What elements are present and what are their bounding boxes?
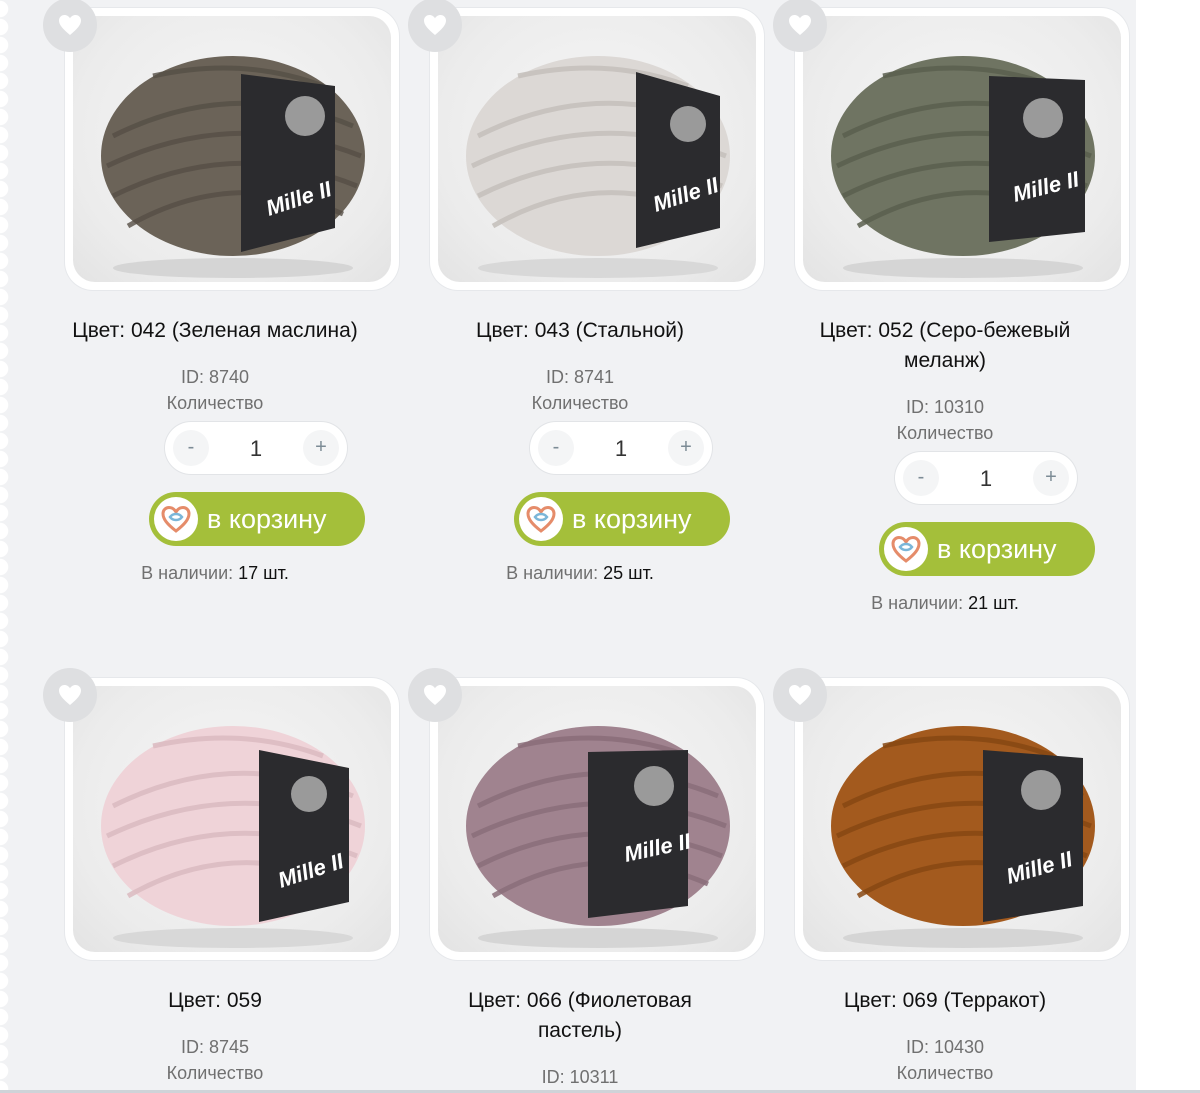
quantity-decrease-button[interactable]: - <box>173 430 209 466</box>
quantity-input[interactable] <box>947 452 1025 506</box>
product-photo[interactable]: Mille II <box>438 686 756 952</box>
product-id: ID: 10430 <box>905 1037 985 1057</box>
product-title[interactable]: Цвет: 059 <box>45 986 385 1016</box>
add-to-cart-label: в корзину <box>937 534 1057 564</box>
product-id: ID: 10311 <box>541 1067 619 1087</box>
heart-yarn-logo-icon <box>884 527 928 571</box>
yarn-ball-image: Mille II <box>831 726 1095 948</box>
heart-yarn-logo-icon <box>519 497 563 541</box>
quantity-increase-button[interactable]: + <box>303 430 339 466</box>
quantity-increase-button[interactable]: + <box>1033 460 1069 496</box>
stock-prefix: В наличии: <box>871 593 964 613</box>
quantity-stepper: - + <box>530 422 712 476</box>
stock-prefix: В наличии: <box>141 563 234 583</box>
product-card: Mille II Цвет: 066 (Фиолетовая пастель) … <box>408 668 764 1093</box>
product-image-frame[interactable]: Mille II <box>65 8 399 290</box>
product-image-frame[interactable]: Mille II <box>430 678 764 960</box>
product-title[interactable]: Цвет: 042 (Зеленая маслина) <box>45 316 385 346</box>
quantity-input[interactable] <box>582 422 660 476</box>
heart-icon <box>789 685 811 705</box>
quantity-stepper: - + <box>165 422 347 476</box>
product-image-frame[interactable]: Mille II <box>795 678 1129 960</box>
add-to-cart-button[interactable]: в корзину <box>149 492 365 546</box>
heart-icon <box>424 685 446 705</box>
add-to-cart-button[interactable]: в корзину <box>879 522 1095 576</box>
product-title[interactable]: Цвет: 066 (Фиолетовая <box>410 986 750 1016</box>
product-photo[interactable]: Mille II <box>73 686 391 952</box>
product-card: Mille II Цвет: 059 ID: 8745 Количество <box>43 668 399 1093</box>
product-title-line-2[interactable]: меланж) <box>775 346 1115 376</box>
product-image-frame[interactable]: Mille II <box>65 678 399 960</box>
product-card: Mille II Цвет: 052 (Серо-бежевый меланж)… <box>773 0 1129 638</box>
product-id: ID: 8745 <box>180 1037 250 1057</box>
add-to-cart-label: в корзину <box>572 504 692 534</box>
stock-status: В наличии: 25 шт. <box>410 560 750 586</box>
yarn-ball-image: Mille II <box>466 726 730 948</box>
favorite-button[interactable] <box>408 0 462 52</box>
stock-count: 25 шт. <box>603 563 654 583</box>
product-image-frame[interactable]: Mille II <box>430 8 764 290</box>
product-photo[interactable]: Mille II <box>803 16 1121 282</box>
quantity-label: Количество <box>166 1063 264 1083</box>
product-title[interactable]: Цвет: 043 (Стальной) <box>410 316 750 346</box>
product-photo[interactable]: Mille II <box>803 686 1121 952</box>
product-image-frame[interactable]: Mille II <box>795 8 1129 290</box>
heart-icon <box>59 685 81 705</box>
quantity-label: Количество <box>531 393 629 413</box>
yarn-ball-image: Mille II <box>466 56 730 278</box>
product-id: ID: 8740 <box>180 367 250 387</box>
favorite-button[interactable] <box>408 668 462 722</box>
product-title[interactable]: Цвет: 052 (Серо-бежевый <box>775 316 1115 346</box>
product-id: ID: 8741 <box>545 367 615 387</box>
add-to-cart-button[interactable]: в корзину <box>514 492 730 546</box>
add-to-cart-label: в корзину <box>207 504 327 534</box>
scalloped-edge-right <box>1128 0 1200 1093</box>
product-title-line-2[interactable]: пастель) <box>410 1016 750 1046</box>
favorite-button[interactable] <box>43 668 97 722</box>
heart-icon <box>59 15 81 35</box>
quantity-label: Количество <box>896 1063 994 1083</box>
heart-icon <box>789 15 811 35</box>
product-card: Mille II Цвет: 069 (Терракот) ID: 10430 … <box>773 668 1129 1093</box>
quantity-decrease-button[interactable]: - <box>903 460 939 496</box>
quantity-label: Количество <box>166 393 264 413</box>
quantity-stepper: - + <box>895 452 1077 506</box>
scalloped-edge-left <box>0 0 18 1093</box>
stock-status: В наличии: 21 шт. <box>775 590 1115 616</box>
favorite-button[interactable] <box>773 0 827 52</box>
heart-icon <box>424 15 446 35</box>
product-card: Mille II Цвет: 042 (Зеленая маслина) ID:… <box>43 0 399 608</box>
quantity-label: Количество <box>896 423 994 443</box>
quantity-increase-button[interactable]: + <box>668 430 704 466</box>
yarn-ball-image: Mille II <box>831 56 1095 278</box>
quantity-input[interactable] <box>217 422 295 476</box>
stock-prefix: В наличии: <box>506 563 599 583</box>
stock-count: 21 шт. <box>968 593 1019 613</box>
heart-yarn-logo-icon <box>154 497 198 541</box>
quantity-decrease-button[interactable]: - <box>538 430 574 466</box>
favorite-button[interactable] <box>773 668 827 722</box>
stock-status: В наличии: 17 шт. <box>45 560 385 586</box>
yarn-ball-image: Mille II <box>101 56 365 278</box>
stock-count: 17 шт. <box>238 563 289 583</box>
product-id: ID: 10310 <box>905 397 985 417</box>
product-title[interactable]: Цвет: 069 (Терракот) <box>775 986 1115 1016</box>
product-photo[interactable]: Mille II <box>73 16 391 282</box>
yarn-ball-image: Mille II <box>101 726 365 948</box>
product-card: Mille II Цвет: 043 (Стальной) ID: 8741 К… <box>408 0 764 608</box>
product-photo[interactable]: Mille II <box>438 16 756 282</box>
favorite-button[interactable] <box>43 0 97 52</box>
